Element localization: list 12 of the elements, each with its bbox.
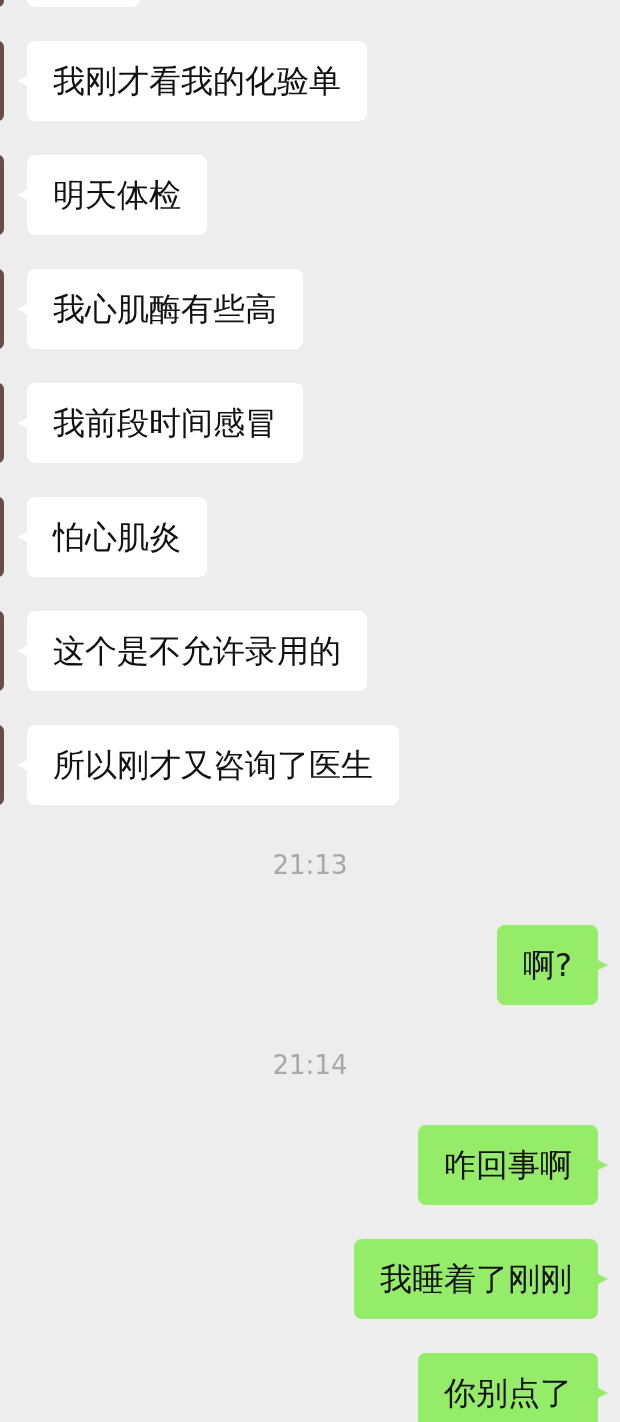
message-bubble: 我前段时间感冒 — [17, 383, 303, 463]
message-bubble: 怕心肌炎 — [17, 497, 207, 577]
message-bubble: 我刚才看我的化验单 — [17, 41, 367, 121]
message-bubble: 我心肌酶有些高 — [17, 269, 303, 349]
message-bubble: 这个是不允许录用的 — [17, 611, 367, 691]
message-bubble: 啊? — [497, 925, 608, 1005]
message-bubble: 明天体检 — [17, 155, 207, 235]
message-bubble: 所以刚才又咨询了医生 — [17, 725, 399, 805]
message-bubble: 我睡着了刚刚 — [354, 1239, 608, 1319]
timestamp: 21:13 — [272, 850, 348, 880]
message-bubble: 咋回事啊 — [418, 1125, 608, 1205]
timestamp: 21:14 — [272, 1050, 348, 1080]
